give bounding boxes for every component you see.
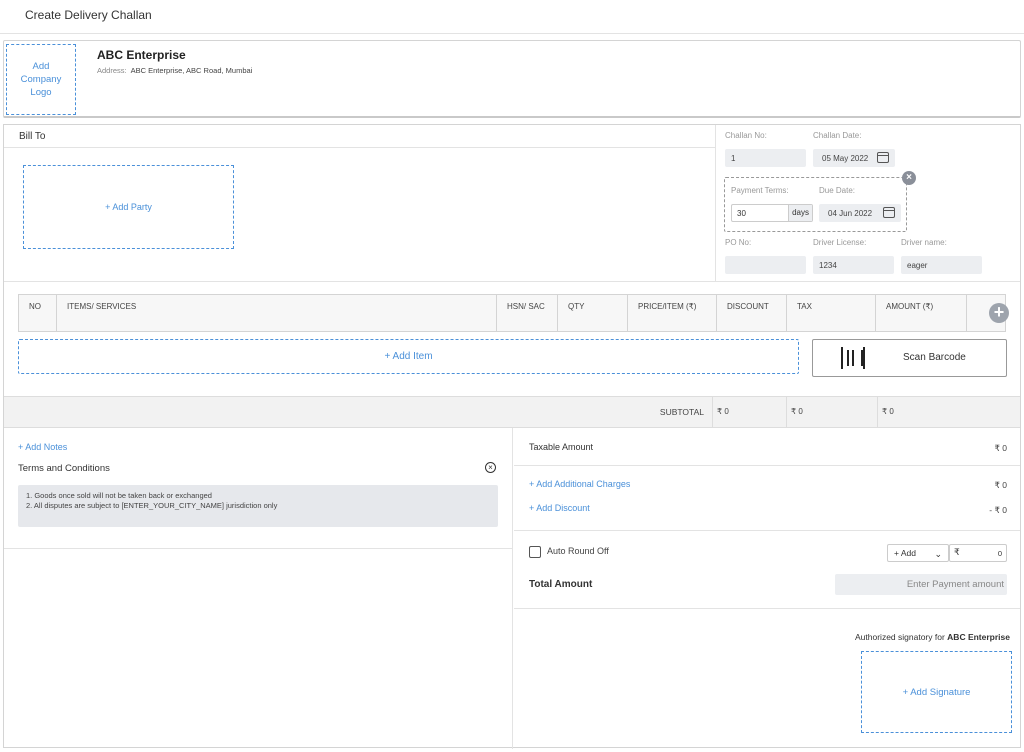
challan-date-label: Challan Date: — [813, 131, 862, 140]
due-date-value: 04 Jun 2022 — [828, 208, 873, 218]
additional-charges-value: ₹ 0 — [994, 480, 1008, 490]
add-item-button[interactable]: + Add Item — [18, 339, 799, 374]
bill-to-label: Bill To — [19, 131, 46, 142]
column-price: PRICE/ITEM (₹) — [628, 295, 717, 331]
page-title: Create Delivery Challan — [25, 8, 152, 22]
add-notes-link[interactable]: + Add Notes — [18, 442, 67, 452]
summary-divider — [514, 465, 1020, 466]
currency-symbol: ₹ — [954, 547, 960, 557]
challan-no-input[interactable]: 1 — [725, 149, 806, 167]
terms-title: Terms and Conditions — [18, 463, 110, 474]
section-divider — [4, 281, 1020, 282]
column-items: ITEMS/ SERVICES — [57, 295, 497, 331]
subtotal-bar: SUBTOTAL ₹ 0 ₹ 0 ₹ 0 — [4, 396, 1020, 428]
add-additional-charges-link[interactable]: + Add Additional Charges — [529, 479, 630, 489]
payment-amount-input[interactable]: Enter Payment amount — [835, 574, 1007, 595]
column-hsn: HSN/ SAC — [497, 295, 558, 331]
signatory-prefix: Authorized signatory for — [855, 632, 945, 642]
chevron-down-icon: ⌄ — [934, 549, 942, 559]
terms-textarea[interactable]: 1. Goods once sold will not be taken bac… — [18, 485, 498, 527]
subtotal-label: SUBTOTAL — [659, 407, 704, 417]
terms-line: 1. Goods once sold will not be taken bac… — [26, 491, 212, 500]
signatory-company: ABC Enterprise — [947, 632, 1010, 642]
column-amount: AMOUNT (₹) — [876, 295, 967, 331]
notes-divider — [4, 548, 513, 549]
column-qty: QTY — [558, 295, 628, 331]
subtotal-amount: ₹ 0 — [877, 397, 1020, 427]
payment-terms-label: Payment Terms: — [731, 186, 789, 195]
notes-section: + Add Notes Terms and Conditions × 1. Go… — [4, 428, 513, 749]
subtotal-tax: ₹ 0 — [786, 397, 877, 427]
summary-section: Taxable Amount ₹ 0 + Add Additional Char… — [514, 428, 1020, 749]
calendar-icon[interactable] — [883, 207, 895, 218]
bill-vertical-divider — [715, 125, 716, 281]
column-discount: DISCOUNT — [717, 295, 787, 331]
add-column-icon[interactable]: + — [989, 303, 1009, 323]
scan-barcode-label: Scan Barcode — [903, 352, 966, 363]
close-icon[interactable]: × — [902, 171, 916, 185]
company-address: Address: ABC Enterprise, ABC Road, Mumbai — [97, 66, 252, 75]
add-discount-link[interactable]: + Add Discount — [529, 503, 590, 513]
authorized-signatory: Authorized signatory for ABC Enterprise — [855, 632, 1010, 642]
po-no-label: PO No: — [725, 238, 752, 247]
total-amount-label: Total Amount — [529, 579, 593, 590]
header-divider — [0, 33, 1024, 34]
taxable-amount-label: Taxable Amount — [529, 442, 594, 452]
company-card: Add Company Logo ABC Enterprise Address:… — [3, 40, 1021, 118]
round-off-input[interactable]: ₹ 0 — [949, 544, 1007, 562]
driver-license-label: Driver License: — [813, 238, 867, 247]
challan-no-label: Challan No: — [725, 131, 767, 140]
challan-form-card: Bill To + Add Party Challan No: 1 Challa… — [3, 124, 1021, 749]
barcode-icon — [841, 347, 865, 369]
terms-line: 2. All disputes are subject to [ENTER_YO… — [26, 501, 278, 510]
driver-name-label: Driver name: — [901, 238, 947, 247]
po-no-input[interactable] — [725, 256, 806, 274]
add-signature-button[interactable]: + Add Signature — [861, 651, 1012, 733]
add-party-button[interactable]: + Add Party — [23, 165, 234, 249]
summary-divider — [514, 530, 1020, 531]
auto-round-off-checkbox[interactable] — [529, 546, 541, 558]
bill-divider — [4, 147, 715, 148]
address-label: Address: — [97, 66, 127, 75]
scan-barcode-button[interactable]: Scan Barcode — [812, 339, 1007, 377]
challan-date-value: 05 May 2022 — [822, 153, 869, 163]
column-no: NO — [19, 295, 57, 331]
subtotal-discount: ₹ 0 — [712, 397, 786, 427]
company-name: ABC Enterprise — [97, 48, 186, 62]
calendar-icon[interactable] — [877, 152, 889, 163]
due-date-label: Due Date: — [819, 186, 856, 195]
auto-round-off-label: Auto Round Off — [547, 546, 609, 556]
driver-name-input[interactable]: eager — [901, 256, 982, 274]
add-company-logo-button[interactable]: Add Company Logo — [6, 44, 76, 115]
round-off-mode-select[interactable]: + Add ⌄ — [887, 544, 949, 562]
challan-date-input[interactable]: 05 May 2022 — [813, 149, 895, 167]
driver-license-input[interactable]: 1234 — [813, 256, 894, 274]
taxable-amount-value: ₹ 0 — [994, 443, 1008, 453]
round-off-mode-value: + Add — [894, 548, 916, 558]
close-icon[interactable]: × — [485, 462, 496, 473]
due-date-input[interactable]: 04 Jun 2022 — [819, 204, 901, 222]
payment-terms-value: 30 — [737, 208, 746, 218]
discount-value: - ₹ 0 — [989, 505, 1007, 515]
round-off-value: 0 — [997, 549, 1002, 558]
address-value: ABC Enterprise, ABC Road, Mumbai — [130, 66, 253, 75]
days-unit: days — [788, 205, 812, 221]
payment-terms-input[interactable]: 30 days — [731, 204, 813, 222]
summary-divider — [514, 608, 1020, 609]
column-tax: TAX — [787, 295, 876, 331]
items-table-header: NO ITEMS/ SERVICES HSN/ SAC QTY PRICE/IT… — [18, 294, 1009, 332]
